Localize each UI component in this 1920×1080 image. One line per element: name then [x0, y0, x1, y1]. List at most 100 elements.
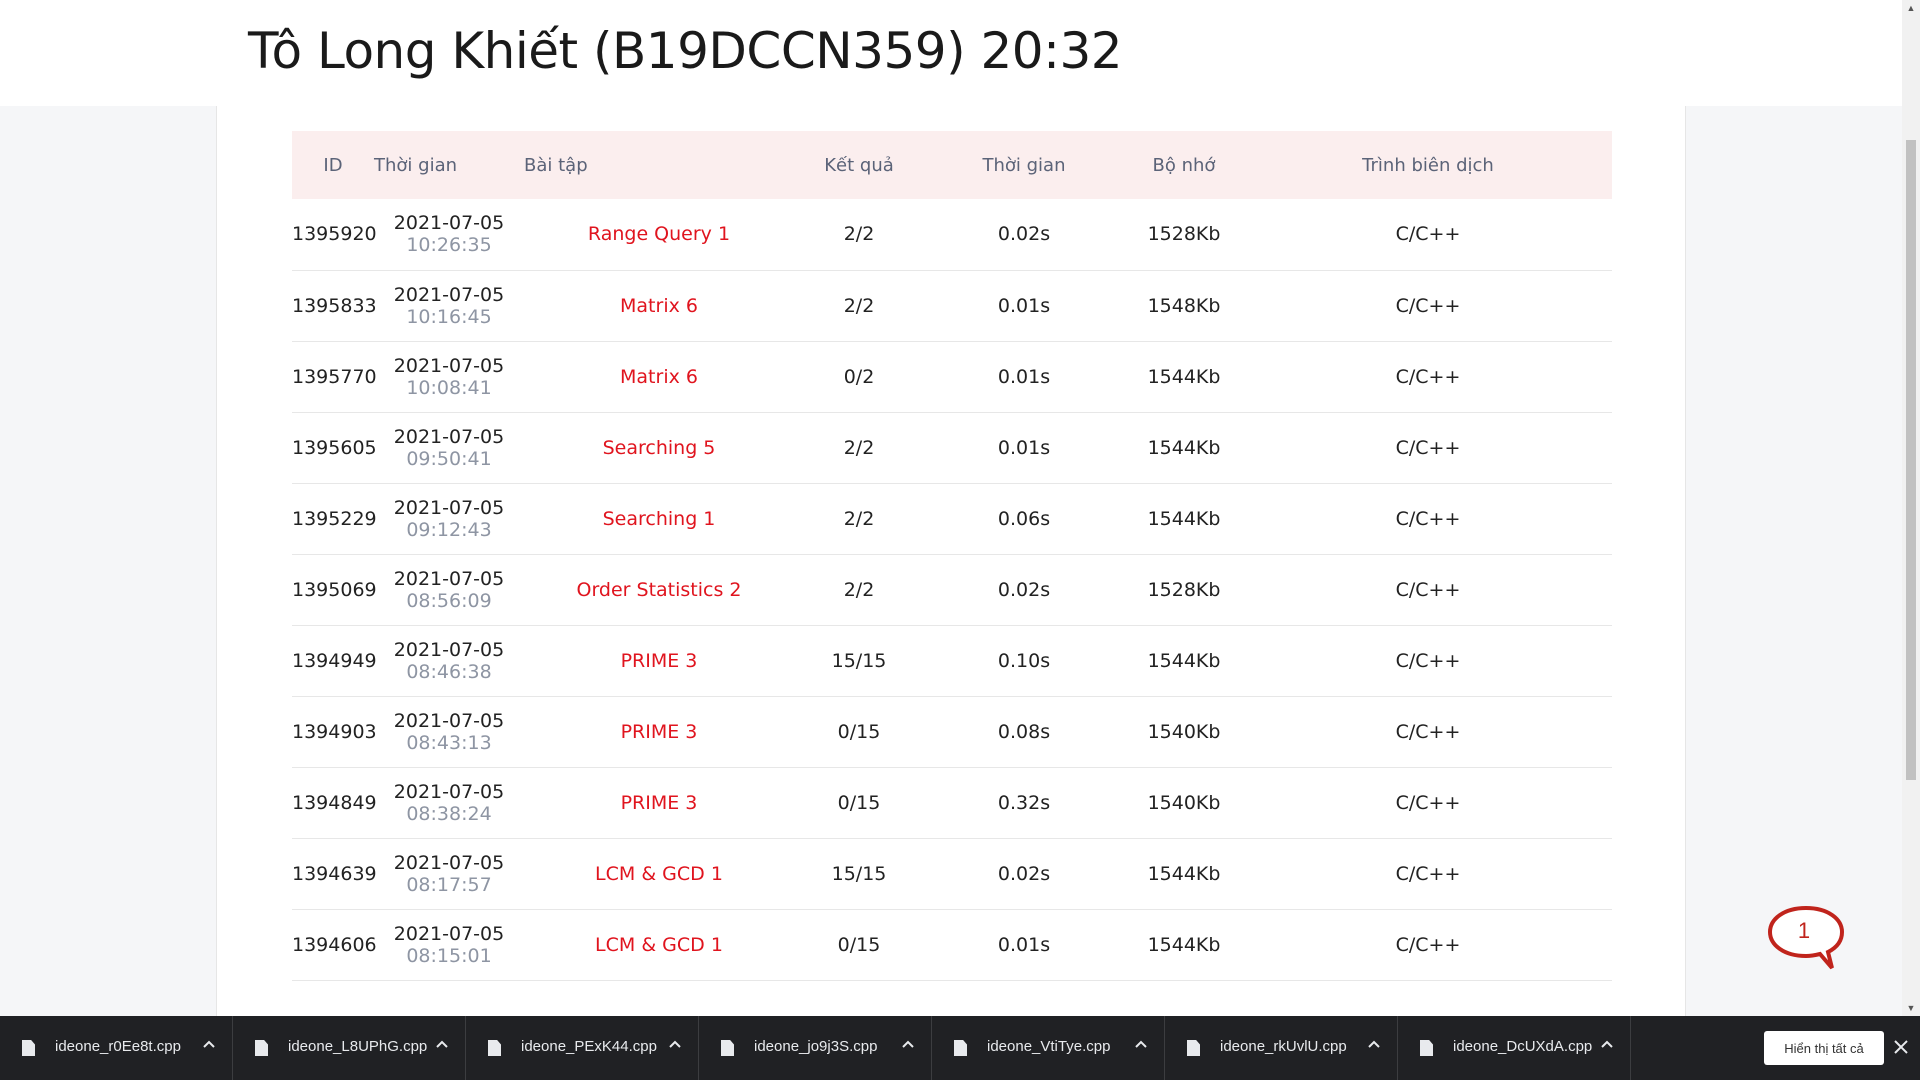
- problem-link[interactable]: LCM & GCD 1: [595, 863, 723, 885]
- chevron-up-icon[interactable]: [899, 1036, 917, 1054]
- submission-datetime: 2021-07-05 09:12:43: [374, 483, 524, 554]
- submission-date: 2021-07-05: [393, 354, 505, 377]
- problem-link[interactable]: Matrix 6: [620, 366, 698, 388]
- problem-link[interactable]: Range Query 1: [588, 223, 730, 245]
- col-header-run-time: Thời gian: [982, 154, 1066, 176]
- problem-link[interactable]: Searching 1: [603, 508, 716, 530]
- scroll-up-arrow-icon[interactable]: ▲: [1902, 0, 1920, 16]
- scroll-thumb[interactable]: [1906, 140, 1916, 780]
- download-item[interactable]: ideone_VtiTye.cpp: [932, 1016, 1165, 1080]
- run-time: 0.02s: [997, 578, 1051, 601]
- problem-link[interactable]: PRIME 3: [621, 721, 698, 743]
- problem-link[interactable]: Searching 5: [603, 437, 716, 459]
- download-filename: ideone_r0Ee8t.cpp: [55, 1038, 181, 1055]
- problem-cell: LCM & GCD 1: [524, 838, 794, 909]
- submission-id: 1394949: [292, 649, 377, 672]
- run-time: 0.08s: [997, 720, 1051, 743]
- download-item[interactable]: ideone_jo9j3S.cpp: [699, 1016, 932, 1080]
- submission-time: 08:56:09: [406, 589, 492, 612]
- memory-used: 1544Kb: [1147, 365, 1221, 388]
- problem-cell: Order Statistics 2: [524, 554, 794, 625]
- table-header-row: ID Thời gian Bài tập Kết quả Thời gian B…: [292, 131, 1612, 199]
- problem-cell: LCM & GCD 1: [524, 909, 794, 980]
- chat-bubble-icon[interactable]: 1: [1766, 904, 1846, 974]
- download-filename: ideone_rkUvlU.cpp: [1220, 1038, 1347, 1055]
- run-time: 0.32s: [997, 791, 1051, 814]
- memory-used: 1544Kb: [1147, 436, 1221, 459]
- problem-link[interactable]: Matrix 6: [620, 295, 698, 317]
- col-header-id: ID: [323, 154, 343, 176]
- chevron-up-icon[interactable]: [200, 1036, 218, 1054]
- submission-date: 2021-07-05: [393, 709, 505, 732]
- download-filename: ideone_L8UPhG.cpp: [288, 1038, 428, 1055]
- download-item[interactable]: ideone_DcUXdA.cpp: [1398, 1016, 1631, 1080]
- submission-id: 1394606: [292, 933, 377, 956]
- download-item[interactable]: ideone_rkUvlU.cpp: [1165, 1016, 1398, 1080]
- compiler: C/C++: [1395, 578, 1461, 601]
- result-score: 2/2: [843, 578, 875, 601]
- problem-cell: Matrix 6: [524, 270, 794, 341]
- submission-time: 08:43:13: [406, 731, 492, 754]
- result-score: 2/2: [843, 294, 875, 317]
- file-icon: [721, 1040, 734, 1056]
- submission-time: 08:38:24: [406, 802, 492, 825]
- col-header-problem: Bài tập: [524, 154, 588, 176]
- problem-cell: PRIME 3: [524, 696, 794, 767]
- submission-id: 1394903: [292, 720, 377, 743]
- chevron-up-icon[interactable]: [1365, 1036, 1383, 1054]
- compiler: C/C++: [1395, 507, 1461, 530]
- file-icon: [1420, 1040, 1433, 1056]
- problem-link[interactable]: Order Statistics 2: [576, 579, 741, 601]
- file-icon: [488, 1040, 501, 1056]
- download-filename: ideone_jo9j3S.cpp: [754, 1038, 878, 1055]
- download-item[interactable]: ideone_PExK44.cpp: [466, 1016, 699, 1080]
- compiler: C/C++: [1395, 365, 1461, 388]
- submission-time: 08:17:57: [406, 873, 492, 896]
- download-item[interactable]: ideone_L8UPhG.cpp: [233, 1016, 466, 1080]
- download-filename: ideone_VtiTye.cpp: [987, 1038, 1111, 1055]
- chevron-up-icon[interactable]: [666, 1036, 684, 1054]
- submission-date: 2021-07-05: [393, 425, 505, 448]
- result-score: 2/2: [843, 436, 875, 459]
- close-download-bar-icon[interactable]: [1890, 1036, 1912, 1058]
- scroll-down-arrow-icon[interactable]: ▼: [1902, 1000, 1920, 1016]
- submission-datetime: 2021-07-05 08:15:01: [374, 909, 524, 980]
- memory-used: 1540Kb: [1147, 791, 1221, 814]
- download-filename: ideone_DcUXdA.cpp: [1453, 1038, 1593, 1055]
- compiler: C/C++: [1395, 791, 1461, 814]
- submission-id: 1395605: [292, 436, 377, 459]
- submission-date: 2021-07-05: [393, 851, 505, 874]
- problem-link[interactable]: LCM & GCD 1: [595, 934, 723, 956]
- submission-datetime: 2021-07-05 08:46:38: [374, 625, 524, 696]
- file-icon: [1187, 1040, 1200, 1056]
- table-row: 1394639 2021-07-05 08:17:57 LCM & GCD 1 15/1…: [292, 838, 1612, 909]
- result-score: 0/15: [837, 791, 881, 814]
- problem-link[interactable]: PRIME 3: [621, 650, 698, 672]
- memory-used: 1544Kb: [1147, 933, 1221, 956]
- run-time: 0.02s: [997, 862, 1051, 885]
- download-item[interactable]: ideone_r0Ee8t.cpp: [0, 1016, 233, 1080]
- result-score: 0/2: [843, 365, 875, 388]
- file-icon: [255, 1040, 268, 1056]
- submission-time: 08:46:38: [406, 660, 492, 683]
- chevron-up-icon[interactable]: [1598, 1036, 1616, 1054]
- chevron-up-icon[interactable]: [1132, 1036, 1150, 1054]
- submission-time: 10:16:45: [406, 305, 492, 328]
- submission-datetime: 2021-07-05 09:50:41: [374, 412, 524, 483]
- memory-used: 1544Kb: [1147, 507, 1221, 530]
- compiler: C/C++: [1395, 294, 1461, 317]
- table-row: 1395069 2021-07-05 08:56:09 Order Statistic…: [292, 554, 1612, 625]
- run-time: 0.01s: [997, 933, 1051, 956]
- show-all-downloads-button[interactable]: Hiển thị tất cả: [1764, 1031, 1884, 1065]
- page-header: Tô Long Khiết (B19DCCN359) 20:32: [0, 0, 1902, 106]
- submission-id: 1394849: [292, 791, 377, 814]
- table-row: 1395833 2021-07-05 10:16:45 Matrix 6 2/2 0.01…: [292, 270, 1612, 341]
- memory-used: 1544Kb: [1147, 649, 1221, 672]
- memory-used: 1528Kb: [1147, 223, 1221, 246]
- vertical-scrollbar[interactable]: ▲ ▼: [1902, 0, 1920, 1016]
- chevron-up-icon[interactable]: [433, 1036, 451, 1054]
- memory-used: 1544Kb: [1147, 862, 1221, 885]
- problem-link[interactable]: PRIME 3: [621, 792, 698, 814]
- compiler: C/C++: [1395, 436, 1461, 459]
- problem-cell: Range Query 1: [524, 199, 794, 270]
